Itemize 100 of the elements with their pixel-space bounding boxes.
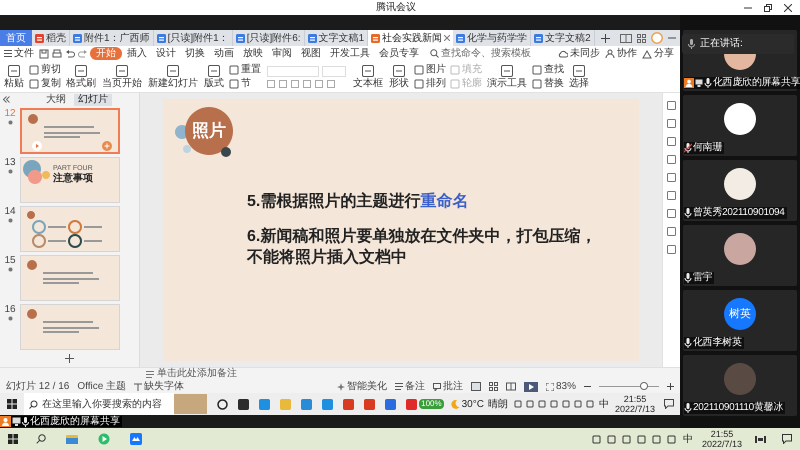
- ribbon-button[interactable]: 重置: [229, 64, 261, 76]
- ribbon-button[interactable]: 格式刷: [65, 64, 97, 90]
- toolbar-button[interactable]: 分享: [640, 46, 676, 61]
- play-icon[interactable]: [524, 382, 538, 392]
- slide-number: 12: [4, 108, 16, 120]
- grid-icon[interactable]: [637, 34, 646, 42]
- circle-icon[interactable]: [217, 398, 228, 410]
- search-field[interactable]: 查找命令、搜索模板: [430, 46, 533, 61]
- panel-tab[interactable]: 大纲: [42, 94, 70, 106]
- ribbon-button[interactable]: 选择: [568, 64, 590, 90]
- ribbon-button[interactable]: 文本框: [352, 64, 384, 90]
- slide-thumbnail[interactable]: [20, 108, 120, 154]
- zoom-out-icon[interactable]: [584, 383, 591, 390]
- search-icon: [430, 49, 439, 58]
- document-icon: [156, 34, 166, 42]
- document-icon: [371, 34, 380, 42]
- tool-icon: [207, 64, 221, 78]
- save-icon[interactable]: [39, 48, 49, 58]
- notification-icon[interactable]: [664, 399, 674, 409]
- share-label: 化西庞欣的屏幕共享: [30, 416, 121, 426]
- font-name-field[interactable]: [267, 66, 319, 76]
- ribbon-button[interactable]: 复制: [29, 78, 61, 90]
- ribbon-button[interactable]: 排列: [414, 78, 446, 90]
- slide-title: 照片: [185, 107, 233, 155]
- ribbon-button[interactable]: 形状: [388, 64, 410, 90]
- notification-icon[interactable]: [782, 434, 792, 444]
- ribbon-tab[interactable]: 视图: [297, 47, 325, 60]
- grid-view-icon[interactable]: [488, 382, 498, 391]
- print-icon[interactable]: [52, 48, 62, 58]
- ribbon-button[interactable]: 当页开始: [101, 64, 143, 90]
- ribbon-tab[interactable]: 切换: [181, 47, 209, 60]
- beautify-button[interactable]: 智能美化: [336, 379, 387, 394]
- notes-placeholder[interactable]: 单击此处添加备注: [157, 369, 237, 379]
- windows-icon[interactable]: [8, 434, 18, 444]
- reading-view-icon[interactable]: [506, 382, 516, 391]
- ribbon-button[interactable]: 替换: [532, 78, 564, 90]
- input-method[interactable]: 中: [598, 396, 609, 412]
- search-icon[interactable]: [36, 434, 46, 444]
- slide-counter: 幻灯片 12 / 16: [6, 380, 70, 394]
- collapse-icon[interactable]: [3, 96, 10, 103]
- document-tab[interactable]: 首页: [0, 30, 32, 46]
- temperature: 30°C: [462, 398, 484, 412]
- circle-drawing: [183, 145, 191, 153]
- ribbon-button[interactable]: 版式: [203, 64, 225, 90]
- ribbon-tab[interactable]: 会员专享: [375, 47, 423, 60]
- search-field[interactable]: 在这里输入你要搜索的内容: [24, 393, 174, 415]
- notes-button[interactable]: 备注: [394, 379, 425, 394]
- document-tab[interactable]: 社会实践新闻: [368, 30, 454, 46]
- ribbon-button[interactable]: 剪切: [29, 64, 61, 76]
- slider-thumb[interactable]: [640, 382, 648, 390]
- ribbon-tab[interactable]: 审阅: [268, 47, 296, 60]
- document-icon: [308, 34, 317, 42]
- ribbon-tab[interactable]: 设计: [152, 47, 180, 60]
- ribbon-tab[interactable]: 动画: [210, 47, 238, 60]
- ribbon-button[interactable]: 演示工具: [486, 64, 528, 90]
- slide-thumbnail[interactable]: [20, 304, 120, 350]
- play-icon[interactable]: [32, 141, 42, 151]
- windows-icon[interactable]: [7, 399, 17, 409]
- ribbon-button[interactable]: 图片: [414, 64, 446, 76]
- ribbon-tab[interactable]: 插入: [123, 47, 151, 60]
- ribbon-button[interactable]: 节: [229, 78, 261, 90]
- slide-thumbnail[interactable]: [20, 255, 120, 301]
- add-slide-icon[interactable]: [65, 354, 74, 363]
- layout-icon[interactable]: [620, 34, 632, 42]
- ribbon-button[interactable]: 查找: [532, 64, 564, 76]
- tool-icon: [166, 64, 180, 78]
- document-icon: [534, 34, 544, 42]
- ribbon-tab[interactable]: 放映: [239, 47, 267, 60]
- zoom-button[interactable]: 83%: [546, 379, 576, 394]
- play-app-icon[interactable]: [98, 433, 110, 445]
- toolbar-button[interactable]: 协作: [603, 46, 639, 61]
- file-menu[interactable]: 文件: [4, 46, 37, 61]
- avatar-initials: 树英: [724, 298, 756, 330]
- new-tab-icon[interactable]: [600, 34, 610, 42]
- participant-name: 202110901110黄馨冰: [693, 402, 784, 414]
- circle-drawing: [221, 147, 231, 157]
- participant-name: 曾英秀202110901094: [693, 207, 784, 219]
- tool-icon: [74, 64, 88, 78]
- panel-tab[interactable]: 幻灯片: [74, 94, 112, 106]
- add-icon[interactable]: [102, 141, 112, 151]
- font-size-field[interactable]: [322, 66, 346, 76]
- ribbon-button[interactable]: 新建幻灯片: [147, 64, 199, 90]
- toolbar-button[interactable]: 未同步: [556, 46, 602, 61]
- zoom-in-icon[interactable]: [667, 383, 674, 390]
- restore-icon[interactable]: [764, 4, 772, 12]
- document-icon: [456, 34, 466, 42]
- undo-icon[interactable]: [65, 48, 75, 58]
- comments-button[interactable]: 批注: [432, 379, 463, 394]
- person-icon: [605, 48, 615, 58]
- ribbon-tab[interactable]: 开发工具: [326, 47, 374, 60]
- normal-view-icon[interactable]: [470, 382, 481, 391]
- missing-font-button[interactable]: 缺失字体: [134, 379, 184, 394]
- ribbon-button[interactable]: 粘贴: [3, 64, 25, 90]
- search-icon: [29, 400, 38, 408]
- input-method[interactable]: 中: [682, 432, 693, 446]
- close-icon[interactable]: [784, 4, 792, 12]
- clock-date: 2022/7/13: [702, 439, 742, 449]
- window-title: 腾讯会议: [376, 2, 416, 12]
- slide-thumbnail[interactable]: [20, 206, 120, 252]
- fit-icon: [546, 382, 554, 390]
